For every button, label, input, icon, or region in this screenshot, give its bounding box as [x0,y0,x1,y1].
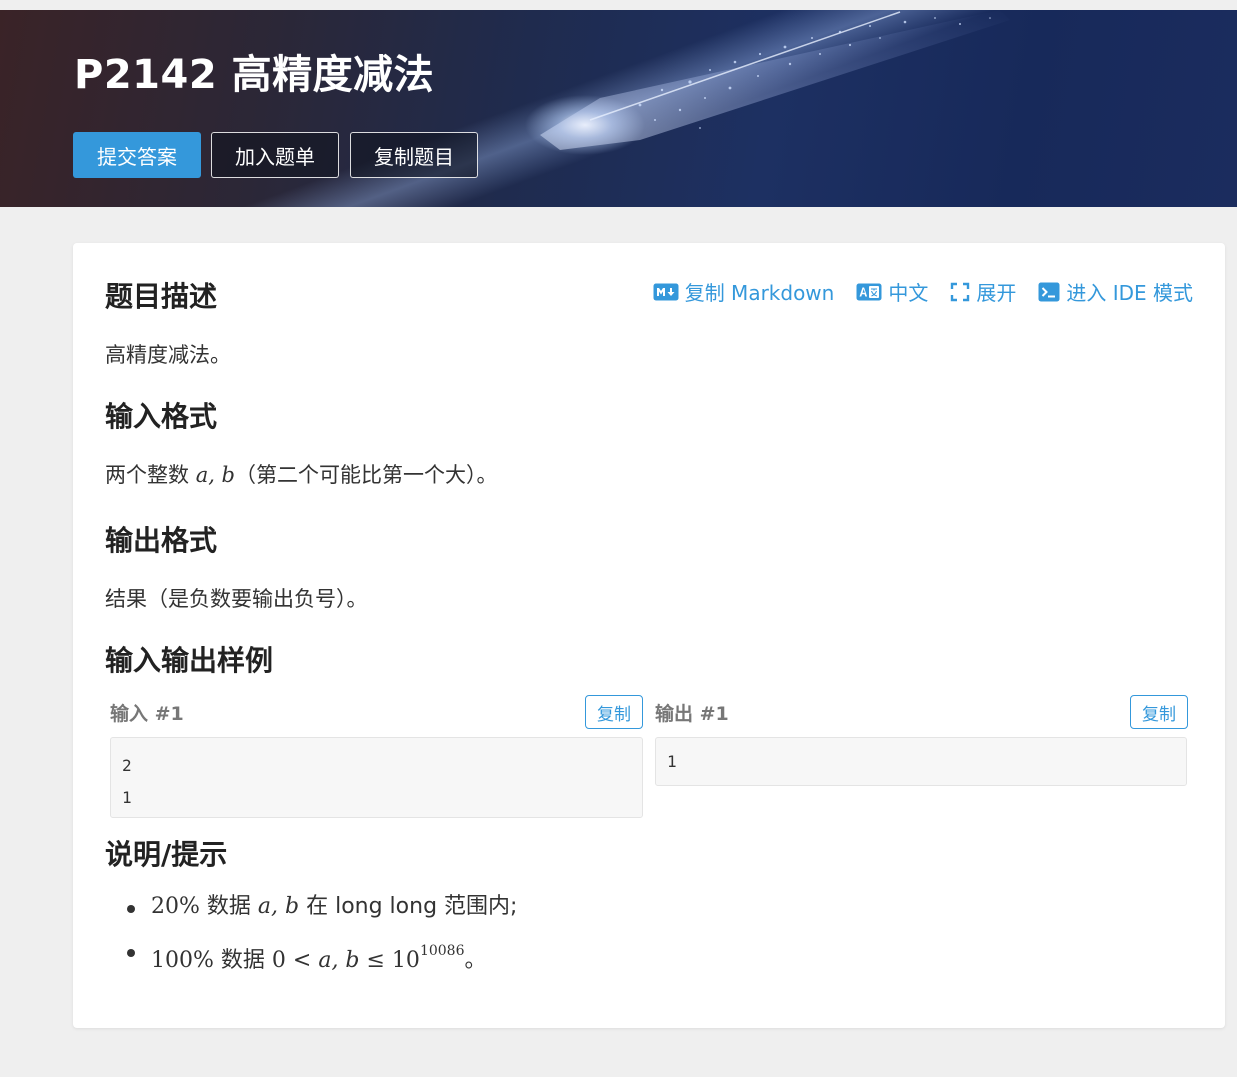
terminal-icon [1038,282,1060,301]
sample-output-line: 1 [667,752,677,771]
hint-item: 20% 数据 a, b 在 long long 范围内; [125,885,517,929]
input-format-text: 两个整数 a, b（第二个可能比第一个大）。 [105,459,498,489]
problem-card: 复制 Markdown 中文 展开 进入 IDE 模式 题目描述 高精度减法。 … [73,243,1225,1028]
markdown-icon [653,283,679,300]
hints-heading: 说明/提示 [105,838,228,871]
problem-toolbar: 复制 Markdown 中文 展开 进入 IDE 模式 [653,277,1193,306]
hint-percent: 20% [151,894,200,919]
translate-icon [856,283,882,300]
hint-exponent: 10086 [419,943,465,959]
hint-item: 100% 数据 0 < a, b ≤ 1010086。 [125,929,517,973]
hint-math-zero: 0 < [271,948,319,973]
ide-mode-button[interactable]: 进入 IDE 模式 [1038,277,1193,306]
description-heading: 题目描述 [105,280,218,313]
input-format-heading: 输入格式 [105,400,218,433]
output-format-heading: 输出格式 [105,524,218,557]
hint-math: a, b [318,948,360,973]
submit-answer-button[interactable]: 提交答案 [73,132,201,178]
language-toggle[interactable]: 中文 [856,277,928,306]
hint-text: 在 long long 范围内; [299,894,518,919]
hint-math: a, b [257,894,300,919]
language-label: 中文 [888,281,929,305]
copy-output-button[interactable]: 复制 [1130,695,1188,729]
output-format-text: 结果（是负数要输出负号）。 [105,587,368,611]
sample-input-line: 1 [122,788,132,807]
expand-label: 展开 [976,281,1017,305]
hint-text: 数据 [199,894,258,919]
ide-mode-label: 进入 IDE 模式 [1066,281,1193,305]
description-text: 高精度减法。 [105,343,231,367]
sample-input-line: 2 [122,756,132,775]
copy-markdown-label: 复制 Markdown [684,281,835,305]
expand-button[interactable]: 展开 [950,277,1016,306]
header-banner: P2142 高精度减法 提交答案 加入题单 复制题目 [0,10,1237,207]
input-format-text-before: 两个整数 [105,463,196,487]
problem-title: P2142 高精度减法 [74,52,435,98]
copy-problem-button[interactable]: 复制题目 [350,132,478,178]
samples-heading: 输入输出样例 [105,644,274,677]
input-format-math: a, b [195,463,236,487]
sample-input-label: 输入 #1 [110,703,184,725]
sample-input-block[interactable]: 2 1 [110,737,643,818]
sample-output-label: 输出 #1 [655,703,729,725]
hint-percent: 100% [151,948,214,973]
copy-input-button[interactable]: 复制 [585,695,643,729]
hint-math-le: ≤ 10 [359,948,420,973]
sample-output-block[interactable]: 1 [655,737,1187,786]
add-to-list-button[interactable]: 加入题单 [211,132,339,178]
hint-text: 数据 [213,948,272,973]
hints-list: 20% 数据 a, b 在 long long 范围内; 100% 数据 0 <… [125,885,517,973]
copy-markdown-button[interactable]: 复制 Markdown [653,277,835,306]
expand-icon [951,282,970,301]
input-format-text-after: （第二个可能比第一个大）。 [235,463,498,487]
hint-text: 。 [464,948,487,973]
